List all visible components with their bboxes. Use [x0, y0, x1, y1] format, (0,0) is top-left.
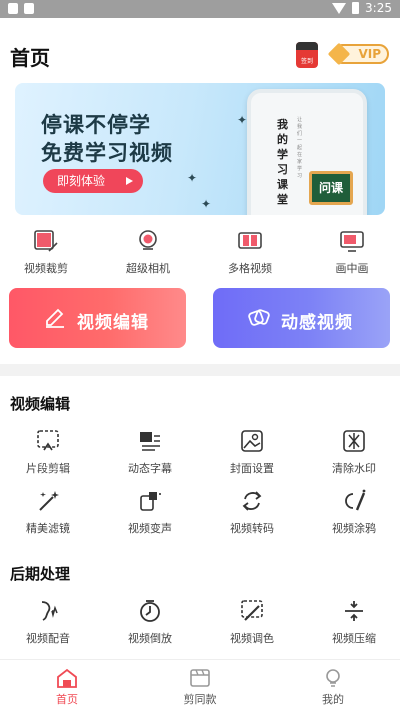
home-icon — [57, 668, 77, 688]
feature-label: 画中画 — [335, 262, 369, 275]
tool-reverse[interactable]: 视频倒放 — [110, 598, 190, 646]
header: 首页 签到 VIP — [0, 18, 400, 82]
diamond-icon — [327, 42, 351, 66]
tool-doodle[interactable]: 视频涂鸦 — [314, 488, 394, 536]
cover-icon — [241, 430, 263, 452]
sparkle-icon: ✦ — [187, 171, 198, 185]
sparkle-icon: ✦ — [237, 113, 248, 127]
dubbing-icon — [41, 601, 58, 621]
clip-icon — [37, 430, 59, 451]
feature-multi-grid-video[interactable]: 多格视频 — [210, 225, 290, 276]
reverse-icon — [140, 600, 160, 622]
motion-video-button[interactable]: 动感视频 — [213, 288, 390, 348]
doodle-icon — [345, 489, 366, 511]
sign-in-label: 签到 — [300, 58, 313, 65]
tab-profile[interactable]: 我的 — [266, 660, 400, 707]
tool-label: 视频转码 — [230, 522, 274, 535]
tab-templates[interactable]: 剪同款 — [133, 660, 267, 707]
feature-label: 超级相机 — [126, 262, 170, 275]
page-title: 首页 — [10, 46, 50, 70]
filter-icon — [39, 491, 59, 511]
status-bar: 3:25 — [0, 0, 400, 18]
motion-video-label: 动感视频 — [281, 313, 353, 333]
banner-headline: 停课不停学 — [41, 113, 151, 137]
pen-icon — [46, 308, 64, 328]
tool-label: 视频倒放 — [128, 632, 172, 645]
feature-video-crop[interactable]: 视频裁剪 — [6, 225, 86, 276]
banner-subline: 免费学习视频 — [41, 141, 173, 165]
section-title-video-edit: 视频编辑 — [10, 395, 71, 413]
grid-video-icon — [238, 232, 262, 249]
notification-icon — [8, 3, 18, 14]
crop-icon — [34, 230, 58, 252]
tab-home[interactable]: 首页 — [0, 660, 134, 707]
tool-label: 视频涂鸦 — [332, 522, 376, 535]
tool-label: 清除水印 — [332, 462, 376, 475]
subtitle-icon — [140, 432, 160, 451]
tool-remove-watermark[interactable]: 清除水印 — [314, 428, 394, 476]
tool-compress[interactable]: 视频压缩 — [314, 598, 394, 646]
tab-label: 剪同款 — [183, 693, 217, 706]
tool-transcode[interactable]: 视频转码 — [212, 488, 292, 536]
tool-label: 视频压缩 — [332, 632, 376, 645]
phone-text: 我的学习课堂 — [277, 118, 288, 206]
tool-dubbing[interactable]: 视频配音 — [8, 598, 88, 646]
notification-icon — [24, 3, 34, 14]
battery-icon — [352, 2, 360, 14]
vip-label: VIP — [358, 47, 381, 61]
feature-label: 多格视频 — [228, 262, 272, 275]
voice-change-icon — [140, 492, 161, 511]
section-title-post-processing: 后期处理 — [10, 565, 71, 583]
tool-dynamic-subtitle[interactable]: 动态字幕 — [110, 428, 190, 476]
tool-label: 片段剪辑 — [26, 462, 70, 475]
bottom-tab-bar: 首页 剪同款 我的 — [0, 659, 400, 710]
picture-in-picture-icon — [340, 231, 364, 252]
sign-in-icon[interactable]: 签到 — [296, 42, 318, 68]
sparkle-icon: ✦ — [201, 197, 212, 211]
color-grade-icon — [241, 600, 263, 621]
tab-label: 首页 — [56, 693, 78, 706]
feature-label: 视频裁剪 — [24, 262, 68, 275]
tool-label: 动态字幕 — [128, 462, 172, 475]
profile-icon — [326, 669, 340, 687]
watermark-icon — [343, 430, 365, 452]
vip-button[interactable]: VIP — [327, 42, 389, 66]
tab-label: 我的 — [322, 693, 344, 706]
banner-cta-button[interactable]: 即刻体验 — [43, 169, 143, 193]
tool-label: 视频调色 — [230, 632, 274, 645]
compress-icon — [345, 601, 363, 621]
promo-banner[interactable]: 停课不停学 免费学习视频 即刻体验 我的学习课堂 让我们一起在家学习 问课 ✦ … — [15, 83, 385, 215]
tool-label: 视频配音 — [26, 632, 70, 645]
camera-icon — [139, 230, 157, 250]
section-divider — [0, 364, 400, 376]
motion-icon — [248, 309, 270, 326]
template-icon — [190, 669, 210, 687]
tool-filters[interactable]: 精美滤镜 — [8, 488, 88, 536]
video-edit-label: 视频编辑 — [77, 313, 149, 333]
transcode-icon — [242, 491, 262, 511]
tool-cover-setting[interactable]: 封面设置 — [212, 428, 292, 476]
tool-label: 封面设置 — [230, 462, 274, 475]
status-time: 3:25 — [365, 1, 392, 15]
tool-label: 精美滤镜 — [26, 522, 70, 535]
chalkboard-logo: 问课 — [309, 171, 353, 205]
notification-icons — [8, 3, 34, 14]
video-edit-button[interactable]: 视频编辑 — [9, 288, 186, 348]
feature-super-camera[interactable]: 超级相机 — [108, 225, 188, 276]
tool-color-grade[interactable]: 视频调色 — [212, 598, 292, 646]
wifi-icon — [332, 2, 347, 14]
quick-features: 视频裁剪 超级相机 多格视频 画中画 — [0, 225, 400, 280]
tool-voice-change[interactable]: 视频变声 — [110, 488, 190, 536]
phone-subtext: 让我们一起在家学习 — [297, 117, 303, 179]
feature-picture-in-picture[interactable]: 画中画 — [312, 225, 392, 276]
tool-label: 视频变声 — [128, 522, 172, 535]
tool-clip-edit[interactable]: 片段剪辑 — [8, 428, 88, 476]
